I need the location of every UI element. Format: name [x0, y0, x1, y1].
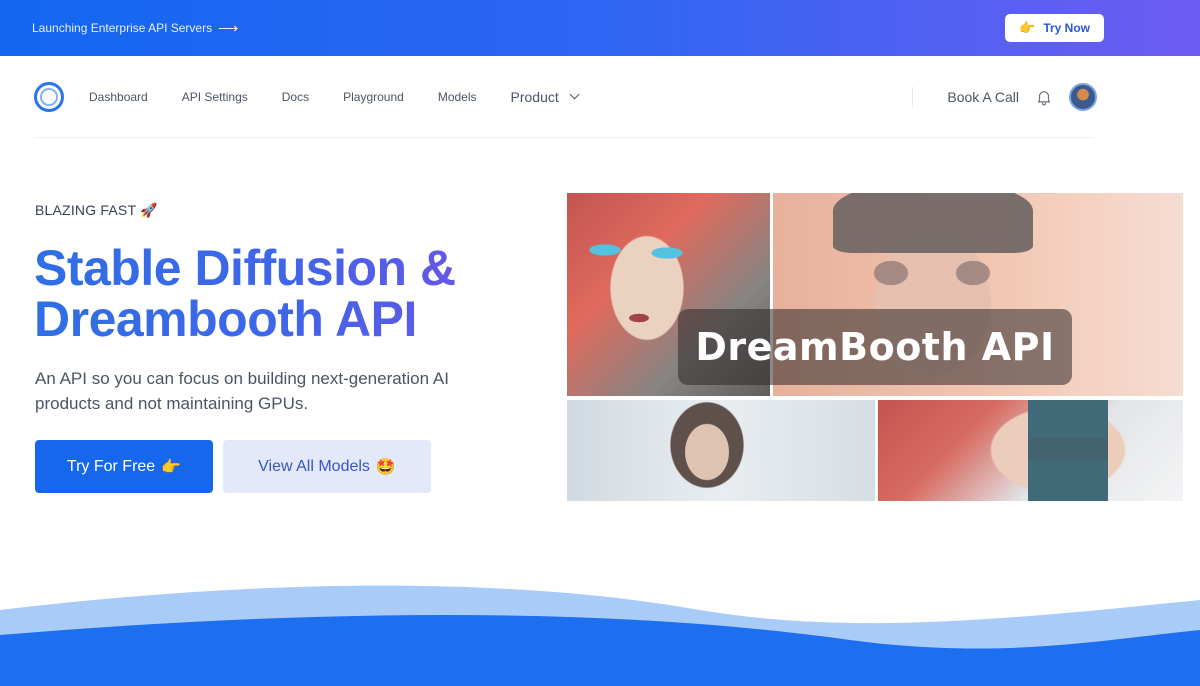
hero-image-collage: DreamBooth API — [567, 193, 1183, 501]
view-all-models-button[interactable]: View All Models 🤩 — [223, 440, 431, 493]
nav-divider — [912, 86, 914, 107]
try-for-free-button[interactable]: Try For Free 👉 — [35, 440, 213, 493]
banner-text: Launching Enterprise API Servers — [32, 21, 213, 35]
arrow-right-icon: ⟶ — [218, 19, 239, 36]
nav-item-dashboard[interactable]: Dashboard — [89, 90, 148, 104]
view-all-models-label: View All Models — [258, 457, 370, 475]
bell-icon[interactable] — [1035, 88, 1053, 106]
try-for-free-label: Try For Free — [66, 457, 156, 475]
logo-icon[interactable] — [34, 81, 64, 112]
hero-headline-line1: Stable Diffusion & — [34, 240, 456, 296]
hero-subtitle: An API so you can focus on building next… — [35, 369, 449, 413]
try-now-label: Try Now — [1043, 21, 1090, 35]
hero-headline: Stable Diffusion & Dreambooth API — [34, 243, 554, 345]
book-a-call-link[interactable]: Book A Call — [947, 89, 1019, 105]
announcement-banner: Launching Enterprise API Servers ⟶ 👉 Try… — [0, 0, 1200, 56]
portrait-image-visor — [878, 400, 1183, 501]
page: Launching Enterprise API Servers ⟶ 👉 Try… — [0, 0, 1200, 686]
avatar[interactable] — [1069, 82, 1097, 111]
pointing-hand-icon: 👉 — [161, 458, 182, 476]
nav-item-models[interactable]: Models — [438, 90, 477, 104]
nav-right-group: Book A Call — [912, 82, 1097, 111]
decorative-waves — [0, 585, 1200, 686]
main-nav: Dashboard API Settings Docs Playground M… — [34, 56, 1097, 138]
nav-item-api-settings[interactable]: API Settings — [182, 90, 248, 104]
hero-headline-line2: Dreambooth API — [34, 291, 417, 347]
nav-product-label: Product — [510, 88, 559, 105]
star-struck-icon: 🤩 — [375, 458, 396, 476]
banner-link[interactable]: Launching Enterprise API Servers ⟶ — [32, 20, 238, 37]
pointing-hand-icon: 👉 — [1019, 20, 1036, 35]
portrait-image-smiling — [567, 400, 875, 501]
nav-item-docs[interactable]: Docs — [282, 90, 309, 104]
try-now-button[interactable]: 👉 Try Now — [1005, 14, 1104, 42]
hero-eyebrow: BLAZING FAST 🚀 — [35, 202, 158, 218]
chevron-down-icon — [569, 89, 580, 100]
collage-overlay-label: DreamBooth API — [678, 309, 1072, 385]
nav-item-product-dropdown[interactable]: Product — [510, 88, 580, 105]
nav-item-playground[interactable]: Playground — [343, 90, 404, 104]
